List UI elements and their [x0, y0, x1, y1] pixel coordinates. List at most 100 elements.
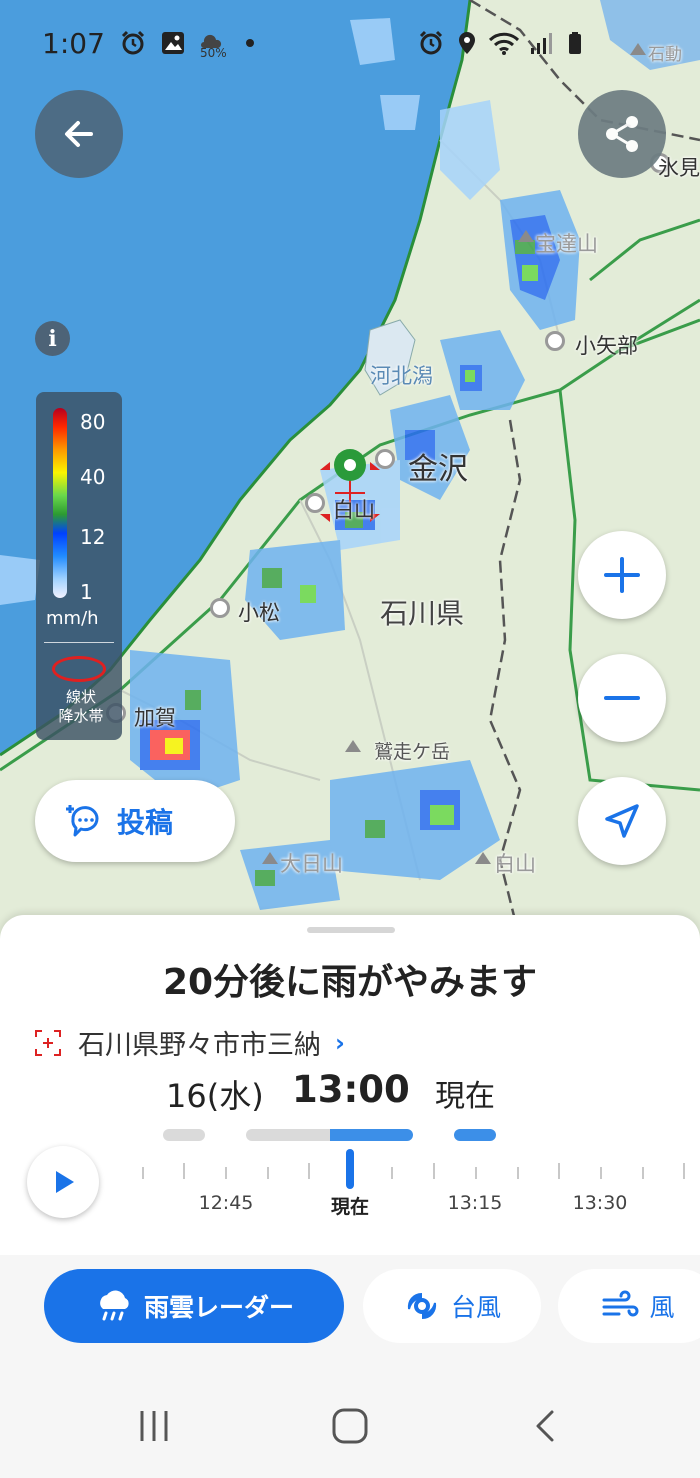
post-button-label: 投稿 [117, 806, 174, 839]
prefecture-label-ishikawa: 石川県 [380, 597, 465, 630]
rain-segment-past-2 [246, 1129, 336, 1141]
timeline-track[interactable] [140, 1155, 700, 1185]
play-icon [56, 1171, 74, 1193]
city-label-himi: 氷見 [658, 156, 700, 180]
post-button[interactable]: 投稿 [35, 780, 235, 862]
signal-icon [531, 33, 552, 54]
legend-unit: mm/h [46, 608, 99, 629]
alarm-icon [419, 30, 443, 55]
recent-apps-icon[interactable] [136, 1409, 172, 1443]
timeline-label-1245: 12:45 [198, 1192, 254, 1214]
tab-rain-radar[interactable]: 雨雲レーダー [44, 1269, 344, 1343]
info-icon[interactable]: i [35, 321, 70, 356]
timeline-tick [558, 1163, 560, 1179]
legend-divider [44, 642, 114, 643]
timeline-tick [600, 1167, 602, 1179]
weather-percent: 50% [200, 46, 227, 60]
rain-legend: 80 40 12 1 mm/h 線状 降水帯 [36, 392, 122, 740]
wifi-icon [488, 32, 520, 55]
timeline-label-1330: 13:30 [572, 1192, 628, 1214]
sheet-drag-handle[interactable] [307, 927, 395, 933]
status-time: 1:07 [42, 27, 105, 60]
city-marker-hakusan [305, 493, 325, 513]
layer-tab-bar: 雨雲レーダー 台風 風 [0, 1255, 700, 1365]
rain-segment-past [163, 1129, 205, 1141]
timeline-tick [225, 1167, 227, 1179]
tab-typhoon[interactable]: 台風 [363, 1269, 541, 1343]
rain-segment-forecast-2 [454, 1129, 496, 1141]
system-nav-bar [0, 1365, 700, 1478]
timeline-label-now: 現在 [330, 1196, 369, 1218]
linear-rainband-icon [52, 656, 106, 682]
legend-value-80: 80 [80, 410, 106, 434]
zoom-out-button[interactable] [578, 654, 666, 742]
share-icon [606, 116, 638, 152]
city-label-kaga: 加賀 [134, 706, 176, 730]
share-button[interactable] [578, 90, 666, 178]
forecast-time: 13:00 [292, 1068, 410, 1111]
legend-color-scale [53, 408, 67, 598]
city-label-hakusan: 白山 [333, 498, 375, 522]
city-label-komatsu: 小松 [238, 601, 280, 625]
arrow-left-icon [65, 121, 93, 147]
mountain-marker-ohshoji [262, 852, 278, 864]
timeline-tick [517, 1167, 519, 1179]
wind-icon [602, 1290, 639, 1317]
city-marker-komatsu [210, 598, 230, 618]
mountain-marker-hodatsusan [518, 230, 534, 242]
location-pin-icon [459, 32, 475, 54]
zoom-in-button[interactable] [578, 531, 666, 619]
timeline-tick [183, 1163, 185, 1179]
location-row[interactable]: 石川県野々市市三納 › [34, 1023, 345, 1062]
mountain-label-torisugatake: 鷲走ケ岳 [374, 741, 451, 763]
my-location-button[interactable] [578, 777, 666, 865]
city-label-oyabe: 小矢部 [575, 334, 638, 358]
rain-cloud-icon [100, 1290, 129, 1321]
forecast-headline: 20分後に雨がやみます [162, 962, 538, 1003]
timeline-tick [433, 1163, 435, 1179]
timeline-tick [267, 1167, 269, 1179]
lake-label-kahokugata: 河北潟 [370, 364, 433, 388]
timeline-tick [308, 1163, 310, 1179]
legend-value-40: 40 [80, 465, 106, 489]
timeline-tick [391, 1167, 393, 1179]
timeline-tick [142, 1167, 144, 1179]
typhoon-icon [407, 1293, 437, 1319]
timeline-tick [642, 1167, 644, 1179]
city-label-kanazawa: 金沢 [408, 452, 468, 487]
forecast-date: 16(水) [166, 1077, 264, 1115]
legend-value-12: 12 [80, 525, 106, 549]
mountain-label-hakusan: 白山 [494, 852, 536, 876]
timeline-tick [475, 1167, 477, 1179]
home-icon[interactable] [330, 1407, 370, 1445]
tab-typhoon-label: 台風 [450, 1293, 501, 1322]
nav-back-icon[interactable] [530, 1409, 560, 1443]
tab-wind-label: 風 [649, 1293, 675, 1322]
minus-icon [604, 696, 640, 700]
tab-rain-radar-label: 雨雲レーダー [143, 1293, 294, 1322]
timeline-tick [683, 1163, 685, 1179]
tab-wind[interactable]: 風 [558, 1269, 700, 1343]
chevron-right-icon: › [335, 1028, 345, 1057]
comment-add-icon [66, 805, 99, 837]
mountain-label-ohshoji: 大日山 [280, 852, 343, 876]
forecast-sheet[interactable]: 20分後に雨がやみます 石川県野々市市三納 › 16(水) 13:00 現在 1… [0, 915, 700, 1255]
play-button[interactable] [27, 1146, 99, 1218]
city-marker-kanazawa [375, 449, 395, 469]
navigation-arrow-icon [605, 804, 639, 838]
notification-dot-icon [246, 39, 254, 47]
legend-value-1: 1 [80, 580, 93, 604]
mountain-label-hodatsusan: 宝達山 [535, 232, 598, 256]
city-marker-oyabe [545, 331, 565, 351]
status-bar: 1:07 50% [0, 0, 700, 90]
timeline-cursor[interactable] [346, 1149, 354, 1189]
image-icon [162, 32, 184, 54]
timeline-label-1315: 13:15 [447, 1192, 503, 1214]
plus-icon [604, 557, 640, 593]
back-button[interactable] [35, 90, 123, 178]
mountain-marker-hakusan [475, 852, 491, 864]
location-target-icon [35, 1029, 61, 1056]
mountain-marker-torisugatake [345, 740, 361, 752]
forecast-now-label: 現在 [435, 1079, 495, 1114]
alarm-icon [121, 30, 145, 55]
